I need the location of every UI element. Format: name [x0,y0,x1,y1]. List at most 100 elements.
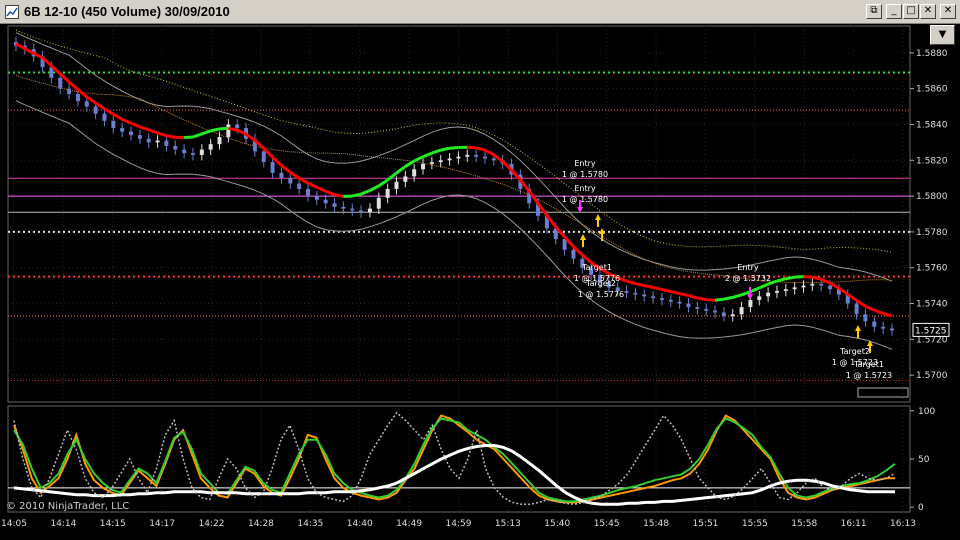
minimize-button[interactable]: _ [886,4,902,19]
trend-ma-segment [873,308,884,315]
trend-ma-segment [386,171,398,182]
candle-body [137,135,142,139]
trend-ma-segment [467,145,477,150]
upper-band [15,32,893,282]
x-tick-label: 14:05 [1,519,27,529]
x-tick-label: 14:22 [199,519,225,529]
info-box [857,387,909,398]
entry-arrow-icon [747,294,753,300]
chart-area[interactable]: 1.5880 1.5860 1.5840 1.5820 1.5800 1.5780 1.57… [0,24,960,540]
candle-body [438,160,443,163]
y-tick-label: 1.5880 [916,49,948,59]
trend-ma-segment [758,282,769,290]
entry-label: Entry [574,184,596,193]
trend-ma-segment [776,277,787,283]
close-button-outer[interactable]: ✕ [940,4,956,19]
candle-body [757,296,762,300]
candle-body [624,290,629,293]
price-panel[interactable]: 1.5880 1.5860 1.5840 1.5820 1.5800 1.5780 1.57… [7,25,950,403]
trend-ma-segment [280,164,292,174]
candle-body [394,181,399,189]
trend-ma-segment [652,285,663,291]
trend-ma-segment [404,159,415,168]
title-bar[interactable]: 6B 12-10 (450 Volume) 30/09/2010 ⧉ _ □ ✕… [0,0,960,24]
trend-ma-segment [697,296,707,302]
candle-body [341,206,346,209]
candle-body [633,292,638,295]
current-price-label: 1.5725 [915,326,947,336]
window-title: 6B 12-10 (450 Volume) 30/09/2010 [24,4,230,19]
target-arrow-icon [580,234,586,240]
slow-average [15,75,893,284]
target-label: Target2 [839,347,870,356]
candle-body [129,131,134,136]
target-label: Target2 [585,279,616,288]
candle-body [376,197,381,209]
candle-body [447,158,452,161]
candle-body [190,153,195,155]
target-label: 1 @ 1.5723 [846,371,892,380]
x-tick-label: 14:40 [347,519,373,529]
trend-ma-segment [475,146,486,152]
trend-ma-segment [210,127,220,133]
candle-body [774,290,779,293]
trend-ma-segment [492,153,504,163]
trend-ma-segment [803,275,813,279]
candle-body [721,312,726,317]
candle-body [323,199,328,204]
candle-body [695,307,700,309]
candle-body [686,303,691,308]
trend-ma-segment [864,304,875,312]
candle-body [474,154,479,157]
candle-body [659,298,664,300]
candle-body [173,145,178,150]
trend-ma-segment [431,148,442,155]
trend-ma-segment [395,165,407,175]
x-tick-label: 14:49 [396,519,422,529]
trend-ma-segment [15,42,26,50]
candle-body [571,249,576,259]
trend-ma-segment [130,121,141,129]
trend-ma-segment [794,275,804,279]
candle-body [261,151,266,163]
trend-ma-segment [749,286,760,294]
x-tick-label: 16:13 [890,519,916,529]
osc-y-tick-label: 50 [918,455,930,465]
y-tick-label: 1.5740 [916,300,948,310]
trend-ma-segment [201,129,212,136]
chart-window: 6B 12-10 (450 Volume) 30/09/2010 ⧉ _ □ ✕… [0,0,960,540]
oscillator-panel[interactable]: 100 50 0 [7,405,935,513]
candle-body [810,283,815,286]
y-tick-label: 1.5780 [916,228,948,238]
close-button[interactable]: ✕ [920,4,936,19]
x-axis: 14:05 14:14 14:15 14:17 14:22 14:28 14:35 14:40… [1,519,916,529]
x-tick-label: 16:11 [841,519,867,529]
candle-body [385,188,390,198]
x-tick-label: 15:13 [495,519,521,529]
x-tick-label: 15:58 [791,519,817,529]
candle-body [235,124,240,129]
maximize-button[interactable]: □ [903,4,919,19]
x-tick-label: 15:45 [594,519,620,529]
chart-menu-dropdown[interactable]: ▼ [930,25,955,45]
entry-label: 1 @ 1.5780 [562,170,608,179]
trend-ma-segment [157,131,167,138]
trend-ma-segment [360,189,371,196]
target-label: Target1 [581,263,612,272]
trend-ma-segment [139,125,150,132]
trend-ma-segment [413,155,424,163]
trend-ma-segment [334,193,344,198]
trend-ma-segment [325,189,336,196]
target-arrow-icon [595,214,601,220]
candle-body [279,172,284,179]
candle-body [642,294,647,297]
candle-body [739,307,744,315]
osc-y-tick-label: 0 [918,503,924,513]
trend-ma-segment [635,282,645,288]
candle-body [801,285,806,288]
entry-label: 1 @ 1.5780 [562,195,608,204]
trend-ma-segment [785,275,795,281]
trend-ma-segment [166,134,176,139]
x-tick-label: 15:48 [643,519,669,529]
restore-button[interactable]: ⧉ [866,4,882,19]
